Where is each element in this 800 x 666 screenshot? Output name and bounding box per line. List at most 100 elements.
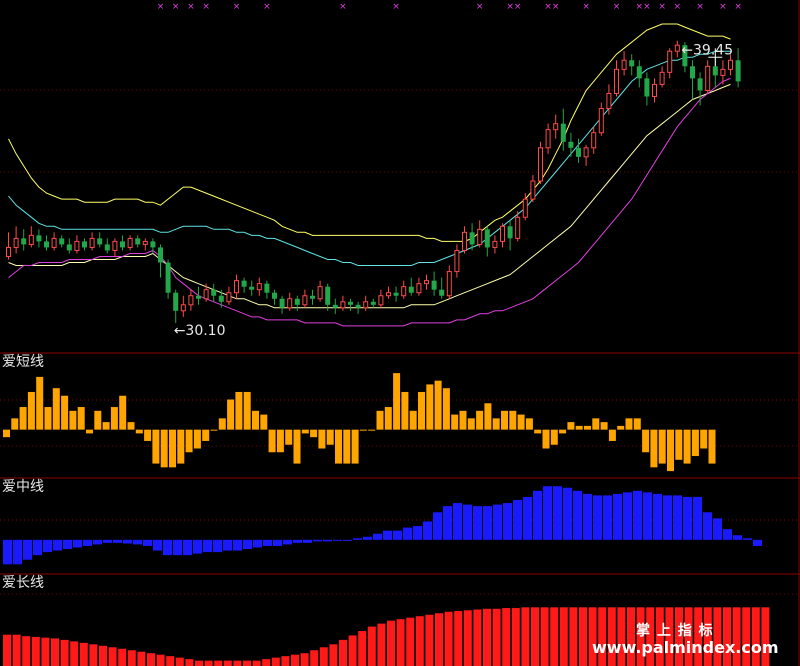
candle xyxy=(560,108,566,151)
candle-body xyxy=(477,228,483,245)
candle-body xyxy=(576,147,581,157)
short-term-bar xyxy=(27,391,35,430)
long-term-bar xyxy=(607,607,616,666)
candle xyxy=(614,60,619,97)
candle-body xyxy=(28,234,34,245)
candle-body xyxy=(82,241,87,248)
mid-term-bar xyxy=(273,539,282,546)
short-term-bar xyxy=(227,399,235,430)
candle xyxy=(363,295,369,311)
mid-term-bar xyxy=(703,512,712,540)
short-term-bar xyxy=(19,407,27,430)
mid-term-bar xyxy=(673,495,682,540)
long-term-bar xyxy=(70,641,79,666)
candle xyxy=(690,60,695,100)
long-term-bar xyxy=(291,654,299,666)
short-term-bar xyxy=(434,380,442,430)
candle-body xyxy=(13,237,19,248)
short-term-bar xyxy=(77,407,85,430)
mid-term-bar xyxy=(643,492,652,540)
candle-body xyxy=(401,286,407,297)
mid-term-bar xyxy=(513,500,522,540)
candle-body xyxy=(720,68,726,76)
candle xyxy=(424,274,429,290)
candle-body xyxy=(135,238,141,245)
candle-body xyxy=(112,240,118,251)
mid-term-bar xyxy=(163,539,172,556)
candle xyxy=(484,226,490,257)
mid-term-bar xyxy=(403,527,412,540)
panel-dividers xyxy=(0,0,800,666)
candle-body xyxy=(667,50,673,73)
signal-marker: × xyxy=(157,2,165,12)
candle-body xyxy=(355,304,361,308)
candle-body xyxy=(522,198,528,218)
short-term-bar xyxy=(177,429,185,464)
middle-band-line xyxy=(8,50,731,266)
short-term-bar xyxy=(401,391,409,430)
candle xyxy=(6,232,11,260)
mid-term-bar xyxy=(343,539,352,541)
candle-body xyxy=(507,226,513,239)
mid-panel-title: 爱中线 xyxy=(2,479,44,495)
short-term-bar xyxy=(650,429,658,468)
candle xyxy=(667,48,673,79)
short-term-bar xyxy=(600,422,608,430)
candle-body xyxy=(241,280,247,287)
short-term-bar xyxy=(285,429,293,445)
long-term-bar xyxy=(358,631,367,666)
candle xyxy=(188,289,194,311)
candle xyxy=(59,235,65,248)
long-term-bar xyxy=(185,659,194,666)
signal-marker: × xyxy=(506,2,514,12)
long-term-bar xyxy=(483,608,491,666)
candle-body xyxy=(568,141,574,148)
long-term-bar xyxy=(751,607,760,666)
candle-body xyxy=(218,295,224,302)
long-term-bar xyxy=(195,660,203,666)
mid-term-bar xyxy=(683,496,692,540)
long-term-bar xyxy=(300,653,309,666)
candle xyxy=(492,235,498,254)
candle-body xyxy=(728,59,733,70)
candle-body xyxy=(454,249,460,273)
mid-term-bar xyxy=(693,496,702,540)
long-term-bar xyxy=(281,656,290,666)
short-term-bar xyxy=(44,407,52,430)
short-term-bar xyxy=(11,418,19,430)
candle-body xyxy=(469,232,475,245)
short-term-bar xyxy=(52,388,60,430)
candle-body xyxy=(226,292,232,303)
mid-term-bar xyxy=(473,506,482,540)
short-term-bar xyxy=(426,384,434,430)
candle xyxy=(705,60,711,94)
short-term-bar xyxy=(592,418,600,430)
signal-marker: × xyxy=(202,2,210,12)
short-term-bar xyxy=(476,410,484,430)
mid-term-bar xyxy=(523,496,532,540)
candle-body xyxy=(325,286,331,305)
long-term-bar xyxy=(531,607,539,666)
candle-body xyxy=(712,66,718,76)
candle xyxy=(28,226,34,248)
candle-body xyxy=(165,262,171,293)
candle xyxy=(264,280,270,299)
long-term-bar xyxy=(118,648,127,666)
candle-body xyxy=(598,108,604,134)
inner-lower-band-line xyxy=(8,83,731,309)
mid-term-bar xyxy=(283,539,292,545)
mid-term-bar xyxy=(43,539,52,553)
candle xyxy=(310,289,315,305)
candle-body xyxy=(393,292,399,296)
long-term-bar xyxy=(339,639,347,666)
signal-marker: × xyxy=(187,2,195,12)
short-term-bar xyxy=(691,429,699,457)
short-term-bar xyxy=(243,391,251,430)
candle xyxy=(36,229,42,248)
long-term-bar xyxy=(51,638,59,666)
long-term-bar xyxy=(147,653,155,666)
signal-marker: × xyxy=(392,2,400,12)
long-term-bar xyxy=(223,660,232,666)
short-term-bar xyxy=(335,429,342,464)
long-term-bar xyxy=(367,626,376,666)
